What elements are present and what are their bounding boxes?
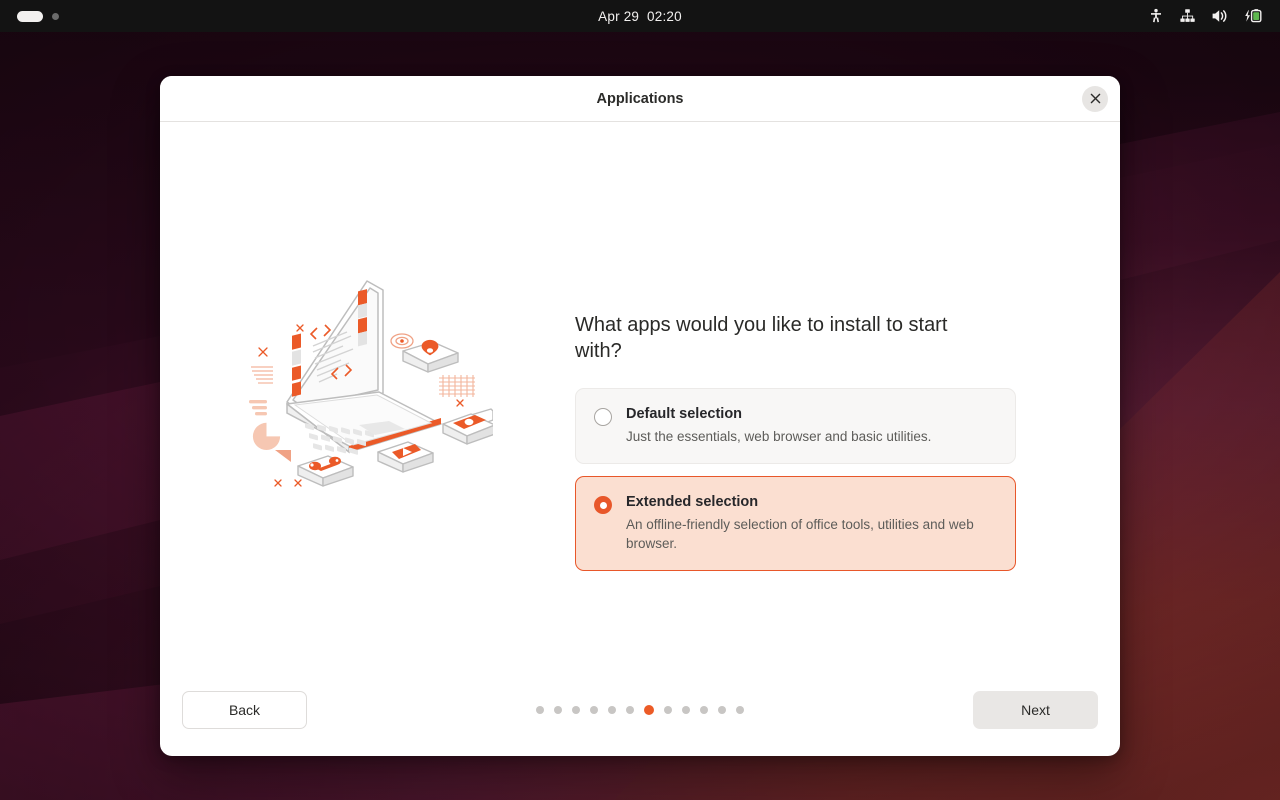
progress-dot	[700, 706, 708, 714]
volume-icon[interactable]	[1211, 8, 1229, 24]
progress-dot	[536, 706, 544, 714]
workspace-dot-inactive[interactable]	[52, 12, 59, 20]
option-title: Default selection	[626, 406, 743, 422]
progress-dot	[626, 706, 634, 714]
option-description: Just the essentials, web browser and bas…	[626, 429, 932, 444]
network-wired-icon[interactable]	[1179, 8, 1196, 24]
radio-unselected-icon[interactable]	[594, 408, 612, 426]
close-glyph	[1090, 93, 1100, 104]
applications-dialog: Applications What apps would you like to…	[160, 76, 1120, 756]
options-column: What apps would you like to install to s…	[575, 122, 1120, 583]
back-button[interactable]: Back	[182, 691, 307, 729]
status-area[interactable]	[980, 8, 1280, 24]
progress-dot	[554, 706, 562, 714]
progress-dot-active	[644, 705, 654, 715]
illustration-column	[160, 122, 575, 507]
option-default-selection[interactable]: Default selection Just the essentials, w…	[575, 388, 1016, 464]
progress-dot	[664, 706, 672, 714]
radio-inner-dot	[599, 501, 607, 509]
laptop-apps-illustration	[248, 280, 493, 487]
clock[interactable]: Apr 29 02:20	[300, 9, 980, 24]
progress-dot	[608, 706, 616, 714]
dialog-footer: Back Next	[160, 664, 1120, 756]
top-bar: Apr 29 02:20	[0, 0, 1280, 32]
next-button[interactable]: Next	[973, 691, 1098, 729]
dialog-titlebar: Applications	[160, 76, 1120, 122]
dialog-body: What apps would you like to install to s…	[160, 122, 1120, 664]
close-icon[interactable]	[1082, 85, 1108, 112]
desktop: Apr 29 02:20 Applications What apps woul…	[0, 0, 1280, 800]
window-title: Applications	[596, 90, 684, 107]
page-title: What apps would you like to install to s…	[575, 314, 948, 362]
option-title: Extended selection	[626, 494, 759, 510]
option-extended-selection[interactable]: Extended selection An offline-friendly s…	[575, 476, 1016, 571]
accessibility-icon[interactable]	[1148, 8, 1164, 24]
progress-dot	[682, 706, 690, 714]
progress-dot	[590, 706, 598, 714]
workspace-indicator[interactable]	[0, 10, 300, 22]
progress-dot	[718, 706, 726, 714]
progress-dot	[736, 706, 744, 714]
battery-charging-icon[interactable]	[1244, 8, 1264, 24]
radio-selected-icon[interactable]	[594, 496, 612, 514]
option-description: An offline-friendly selection of office …	[626, 517, 974, 551]
workspace-pill-active[interactable]	[17, 10, 43, 22]
progress-dot	[572, 706, 580, 714]
